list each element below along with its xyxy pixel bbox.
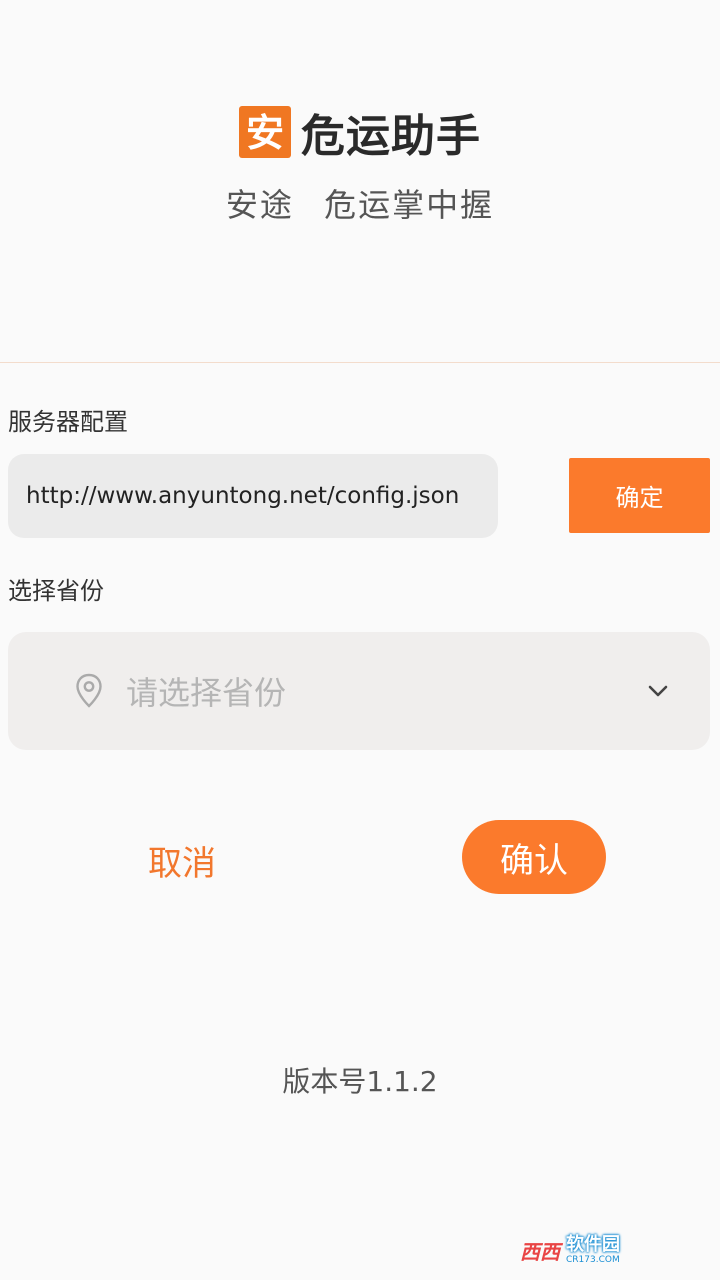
cancel-button[interactable]: 取消 — [112, 830, 252, 890]
province-label: 选择省份 — [8, 577, 104, 605]
app-logo-icon: 安 — [246, 111, 284, 154]
watermark-text: 软件园 CR173.COM — [566, 1233, 620, 1265]
confirm-button[interactable]: 确认 — [462, 820, 606, 894]
watermark-name: 软件园 — [566, 1233, 620, 1255]
app-title: 危运助手 — [301, 111, 481, 162]
watermark: 西西 软件园 CR173.COM — [520, 1228, 700, 1272]
province-select[interactable]: 请选择省份 — [8, 632, 710, 750]
location-pin-icon — [74, 673, 104, 709]
server-config-label: 服务器配置 — [8, 408, 128, 436]
app-logo: 安 — [239, 106, 291, 158]
header-divider — [0, 362, 720, 363]
watermark-site: CR173.COM — [566, 1254, 620, 1265]
version-text: 版本号1.1.2 — [282, 1065, 438, 1098]
app-slogan: 安途 危运掌中握 — [225, 186, 495, 224]
server-confirm-button[interactable]: 确定 — [569, 458, 710, 533]
watermark-logo: 西西 — [520, 1239, 560, 1264]
login-config-page: 安 危运助手 安途 危运掌中握 服务器配置 确定 选择省份 请选择省份 取消 确… — [0, 0, 720, 1280]
province-placeholder: 请选择省份 — [126, 674, 287, 712]
app-logo-char: 安 — [246, 111, 284, 154]
chevron-down-icon — [646, 679, 670, 703]
app-header: 安 危运助手 — [0, 100, 720, 164]
server-url-input[interactable] — [8, 454, 498, 538]
